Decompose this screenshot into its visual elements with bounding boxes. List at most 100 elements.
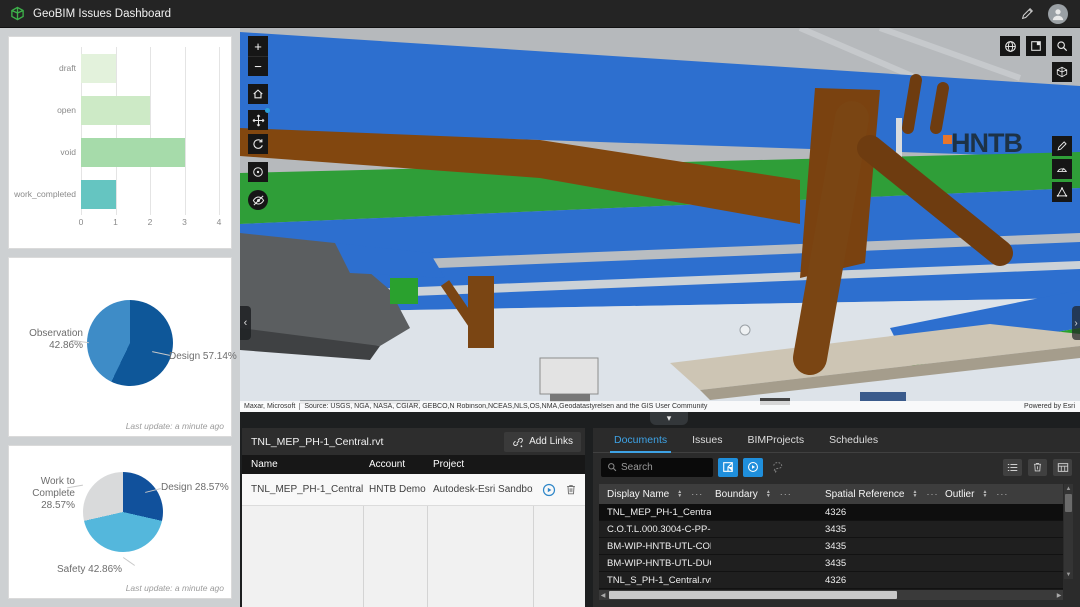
user-avatar[interactable]	[1048, 4, 1068, 24]
search-input[interactable]	[621, 462, 701, 473]
zoom-in-button[interactable]: +	[248, 36, 268, 56]
sort-icon[interactable]: ▲▼	[677, 490, 682, 498]
bar-work_completed[interactable]	[81, 180, 116, 209]
add-link-icon	[512, 436, 524, 448]
tab-schedules[interactable]: Schedules	[825, 434, 882, 452]
column-menu-icon[interactable]: ···	[996, 489, 1008, 499]
compass-target-button[interactable]	[248, 162, 268, 182]
scroll-down-arrow[interactable]: ▼	[1066, 570, 1072, 579]
column-header-boundary[interactable]: Boundary	[715, 489, 758, 500]
layers-save-button[interactable]	[1026, 36, 1046, 56]
column-header-outlier[interactable]: Outlier	[945, 489, 974, 500]
lasso-select-icon[interactable]	[771, 461, 784, 474]
collapse-left-panel-handle[interactable]: ‹	[240, 306, 251, 340]
delete-rows-button[interactable]	[1028, 459, 1047, 476]
open-viewer-button[interactable]	[743, 458, 763, 477]
issue-type-pie-chart[interactable]	[87, 300, 173, 386]
scene-viewer[interactable]: + − HNTB Maxar, Microsoft	[240, 28, 1080, 412]
x-tick-label: 4	[217, 217, 222, 227]
edit-dashboard-icon[interactable]	[1020, 7, 1034, 21]
collapse-right-panel-handle[interactable]: ›	[1072, 306, 1080, 340]
3d-cube-button[interactable]	[1052, 62, 1072, 82]
bar-void[interactable]	[81, 138, 185, 167]
table-row[interactable]: BM-WIP-HNTB-UTL-COM...3435	[599, 538, 1063, 555]
documents-table-header: Display Name ▲▼ ··· Boundary ▲▼ ··· Spat…	[599, 484, 1063, 504]
scrollbar-thumb[interactable]	[609, 591, 897, 599]
links-panel-header: TNL_MEP_PH-1_Central.rvt Add Links	[242, 428, 585, 455]
x-tick-label: 2	[148, 217, 153, 227]
hntb-watermark: HNTB	[943, 128, 1022, 159]
link-name-cell: TNL_MEP_PH-1_Central.rvt	[242, 484, 363, 495]
rotate-tool-button[interactable]	[248, 134, 268, 154]
vertical-scrollbar[interactable]: ▲ ▼	[1064, 484, 1073, 579]
hntb-logo-text: HNTB	[951, 128, 1022, 159]
tab-bimprojects[interactable]: BIMProjects	[743, 434, 808, 452]
gridline	[116, 47, 117, 215]
slice-gauge-button[interactable]	[1052, 159, 1072, 179]
show-selection-button[interactable]	[1003, 459, 1022, 476]
bar-draft[interactable]	[81, 54, 116, 83]
column-menu-icon[interactable]: ···	[926, 489, 938, 499]
open-link-icon[interactable]	[542, 483, 556, 497]
collapse-bottom-panel-handle[interactable]: ▾	[650, 412, 688, 425]
home-button[interactable]	[248, 84, 268, 104]
add-links-button[interactable]: Add Links	[504, 432, 581, 452]
data-panel-tabs: Documents Issues BIMProjects Schedules	[593, 428, 1080, 453]
bar-open[interactable]	[81, 96, 150, 125]
table-options-button[interactable]	[1053, 459, 1072, 476]
pie-label-safety: Safety 42.86%	[57, 564, 122, 576]
scroll-left-arrow[interactable]: ◀	[599, 592, 607, 599]
sort-icon[interactable]: ▲▼	[913, 490, 918, 498]
search-tool-button[interactable]	[1052, 36, 1072, 56]
column-header-display-name[interactable]: Display Name	[607, 489, 669, 500]
link-account-cell: HNTB Demo	[363, 484, 427, 495]
basemap-globe-button[interactable]	[1000, 36, 1020, 56]
table-row[interactable]: TNL_MEP_PH-1_Central.rvt HNTB Demo Autod…	[242, 474, 585, 506]
measure-tin-button[interactable]	[1052, 182, 1072, 202]
tab-issues[interactable]: Issues	[688, 434, 726, 452]
page-title: GeoBIM Issues Dashboard	[33, 8, 171, 20]
scroll-up-arrow[interactable]: ▲	[1066, 484, 1072, 493]
search-box[interactable]	[601, 458, 713, 477]
scrollbar-thumb[interactable]	[1065, 494, 1072, 512]
map-icon	[722, 461, 734, 473]
table-cell: C.O.T.L.000.3004-C-PP-FU...	[599, 524, 711, 535]
gridline	[219, 47, 220, 215]
column-menu-icon[interactable]: ···	[780, 489, 792, 499]
scroll-right-arrow[interactable]: ▶	[1055, 592, 1063, 599]
map-attribution: Maxar, Microsoft Source: USGS, NGA, NASA…	[240, 401, 1080, 412]
column-menu-icon[interactable]: ···	[691, 489, 703, 499]
work-status-pie-chart[interactable]	[83, 472, 163, 552]
zoom-out-button[interactable]: −	[248, 56, 268, 76]
column-header-spatial-reference[interactable]: Spatial Reference	[825, 489, 905, 500]
table-row[interactable]: C.O.T.L.000.3004-C-PP-FU...3435	[599, 521, 1063, 538]
sort-icon[interactable]: ▲▼	[982, 490, 987, 498]
table-row[interactable]: TNL_MEP_PH-1_Central.rvt4326	[599, 504, 1063, 521]
table-cell: BM-WIP-HNTB-UTL-DUCT....	[599, 558, 711, 569]
pie-label-design: Design 28.57%	[161, 482, 229, 494]
table-row[interactable]: TNL_S_PH-1_Central.rvt4326	[599, 572, 1063, 589]
column-header-name: Name	[242, 459, 363, 470]
bar-chart-x-axis: 01234	[81, 217, 219, 231]
x-tick-label: 3	[182, 217, 187, 227]
table-row[interactable]: BM-WIP-HNTB-UTL-DUCT....3435	[599, 555, 1063, 572]
horizontal-scrollbar[interactable]: ◀ ▶	[599, 590, 1063, 600]
attribution-powered-by: Powered by Esri	[1019, 403, 1080, 410]
pan-tool-button[interactable]	[248, 110, 268, 130]
charts-sidebar: draftopenvoidwork_completed 01234 Observ…	[0, 28, 240, 607]
attribution-basemap: Maxar, Microsoft	[240, 403, 300, 410]
sort-icon[interactable]: ▲▼	[766, 490, 771, 498]
bim-3d-scene	[240, 28, 1080, 412]
show-on-map-button[interactable]	[718, 458, 738, 477]
daylight-eye-button[interactable]	[248, 190, 268, 210]
column-header-account: Account	[363, 459, 427, 470]
documents-toolbar	[593, 453, 1080, 481]
table-cell: 4326	[821, 575, 941, 586]
add-links-label: Add Links	[529, 436, 573, 447]
sketch-pencil-button[interactable]	[1052, 136, 1072, 156]
delete-link-icon[interactable]	[565, 483, 577, 496]
bar-category-label: void	[15, 131, 81, 173]
play-circle-icon	[747, 461, 759, 473]
documents-table-body: TNL_MEP_PH-1_Central.rvt4326C.O.T.L.000.…	[599, 504, 1063, 589]
tab-documents[interactable]: Documents	[610, 434, 671, 452]
